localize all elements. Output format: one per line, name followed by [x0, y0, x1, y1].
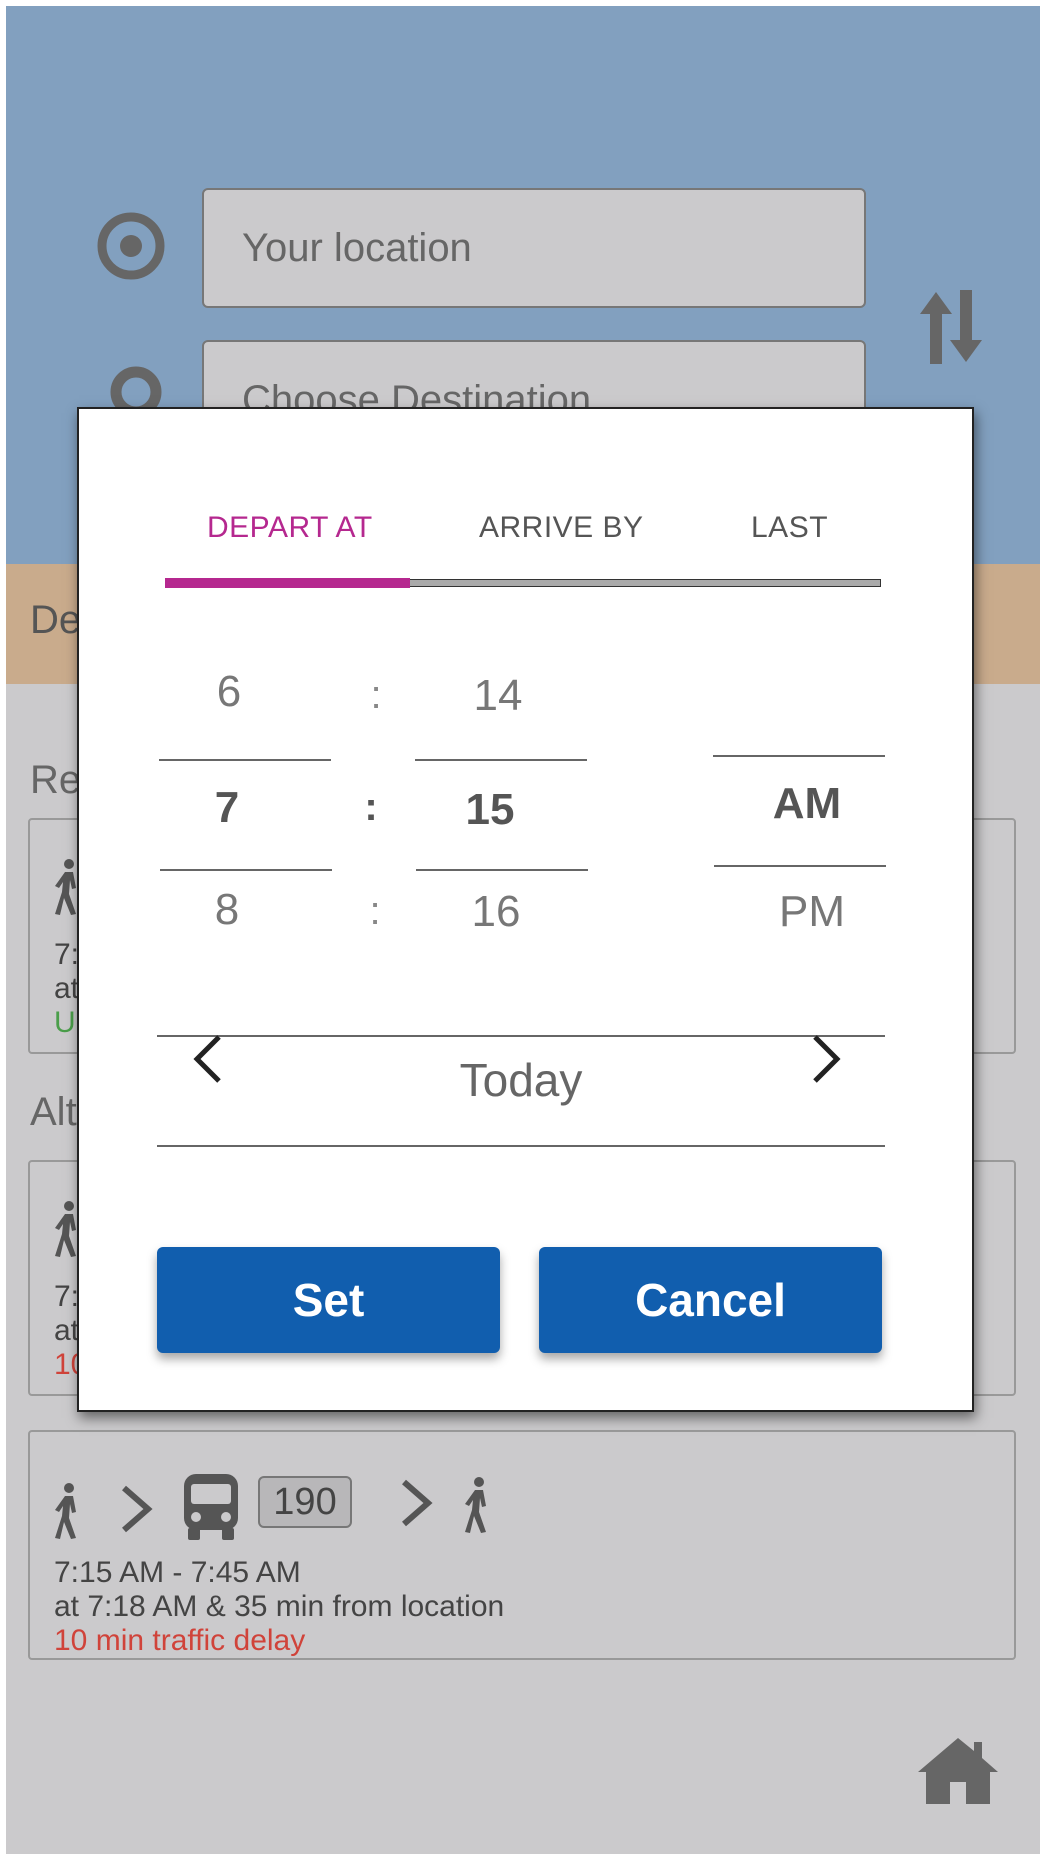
route-status: U: [54, 1006, 76, 1039]
home-icon[interactable]: [916, 1734, 1000, 1806]
route-card-bus-190[interactable]: 190 7:15 AM - 7:45 AM at 7:18 AM & 35 mi…: [28, 1430, 1016, 1660]
period-select-top-line: [713, 755, 885, 757]
route-time-range: 7:15 AM - 7:45 AM: [54, 1556, 301, 1589]
origin-input[interactable]: Your location: [202, 188, 866, 308]
current-location-icon: [97, 212, 165, 280]
time-separator: :: [370, 673, 382, 717]
route-number-badge: 190: [258, 1476, 352, 1528]
minute-select-bottom-line: [416, 869, 588, 871]
period-select-bottom-line: [714, 865, 886, 867]
hour-option[interactable]: 8: [167, 885, 287, 935]
route-time: 7:: [54, 1280, 80, 1313]
tab-depart-at[interactable]: DEPART AT: [207, 511, 373, 545]
alternatives-heading: Alt: [30, 1090, 77, 1134]
swap-direction-icon[interactable]: [916, 282, 986, 372]
date-top-line: [157, 1035, 885, 1037]
hour-option[interactable]: 6: [169, 667, 289, 717]
cancel-button[interactable]: Cancel: [539, 1247, 882, 1353]
recommended-heading: Re: [30, 758, 82, 802]
date-bottom-line: [157, 1145, 885, 1147]
minute-option[interactable]: 16: [436, 887, 556, 937]
route-detail: at 7:18 AM & 35 min from location: [54, 1590, 505, 1623]
hour-select-bottom-line: [160, 869, 332, 871]
date-label: Today: [459, 1054, 583, 1106]
time-separator: :: [369, 889, 381, 933]
route-detail: at: [54, 972, 80, 1005]
hour-selected[interactable]: 7: [167, 783, 287, 833]
tab-active-indicator: [165, 578, 410, 588]
tab-arrive-by[interactable]: ARRIVE BY: [479, 511, 644, 545]
hour-select-top-line: [159, 759, 331, 761]
bus-icon: [184, 1474, 238, 1540]
minute-selected[interactable]: 15: [430, 785, 550, 835]
chevron-right-icon: [402, 1479, 433, 1527]
route-detail: at: [54, 1314, 80, 1347]
time-separator-selected: :: [364, 785, 378, 829]
period-option[interactable]: PM: [742, 887, 882, 937]
route-time: 7:: [54, 938, 80, 971]
walk-icon: [55, 1483, 76, 1539]
tab-last[interactable]: LAST: [751, 511, 828, 545]
chevron-right-icon: [122, 1485, 153, 1533]
period-selected[interactable]: AM: [737, 779, 877, 829]
set-button[interactable]: Set: [157, 1247, 500, 1353]
minute-select-top-line: [415, 759, 587, 761]
walk-icon: [465, 1477, 486, 1533]
route-delay: 10 min traffic delay: [54, 1624, 306, 1657]
depart-time-label: De: [30, 598, 82, 642]
minute-option[interactable]: 14: [438, 671, 558, 721]
chevron-right-icon[interactable]: [807, 1031, 847, 1087]
time-picker-dialog: DEPART AT ARRIVE BY LAST 6 7 8 : : : 14 …: [77, 407, 974, 1412]
